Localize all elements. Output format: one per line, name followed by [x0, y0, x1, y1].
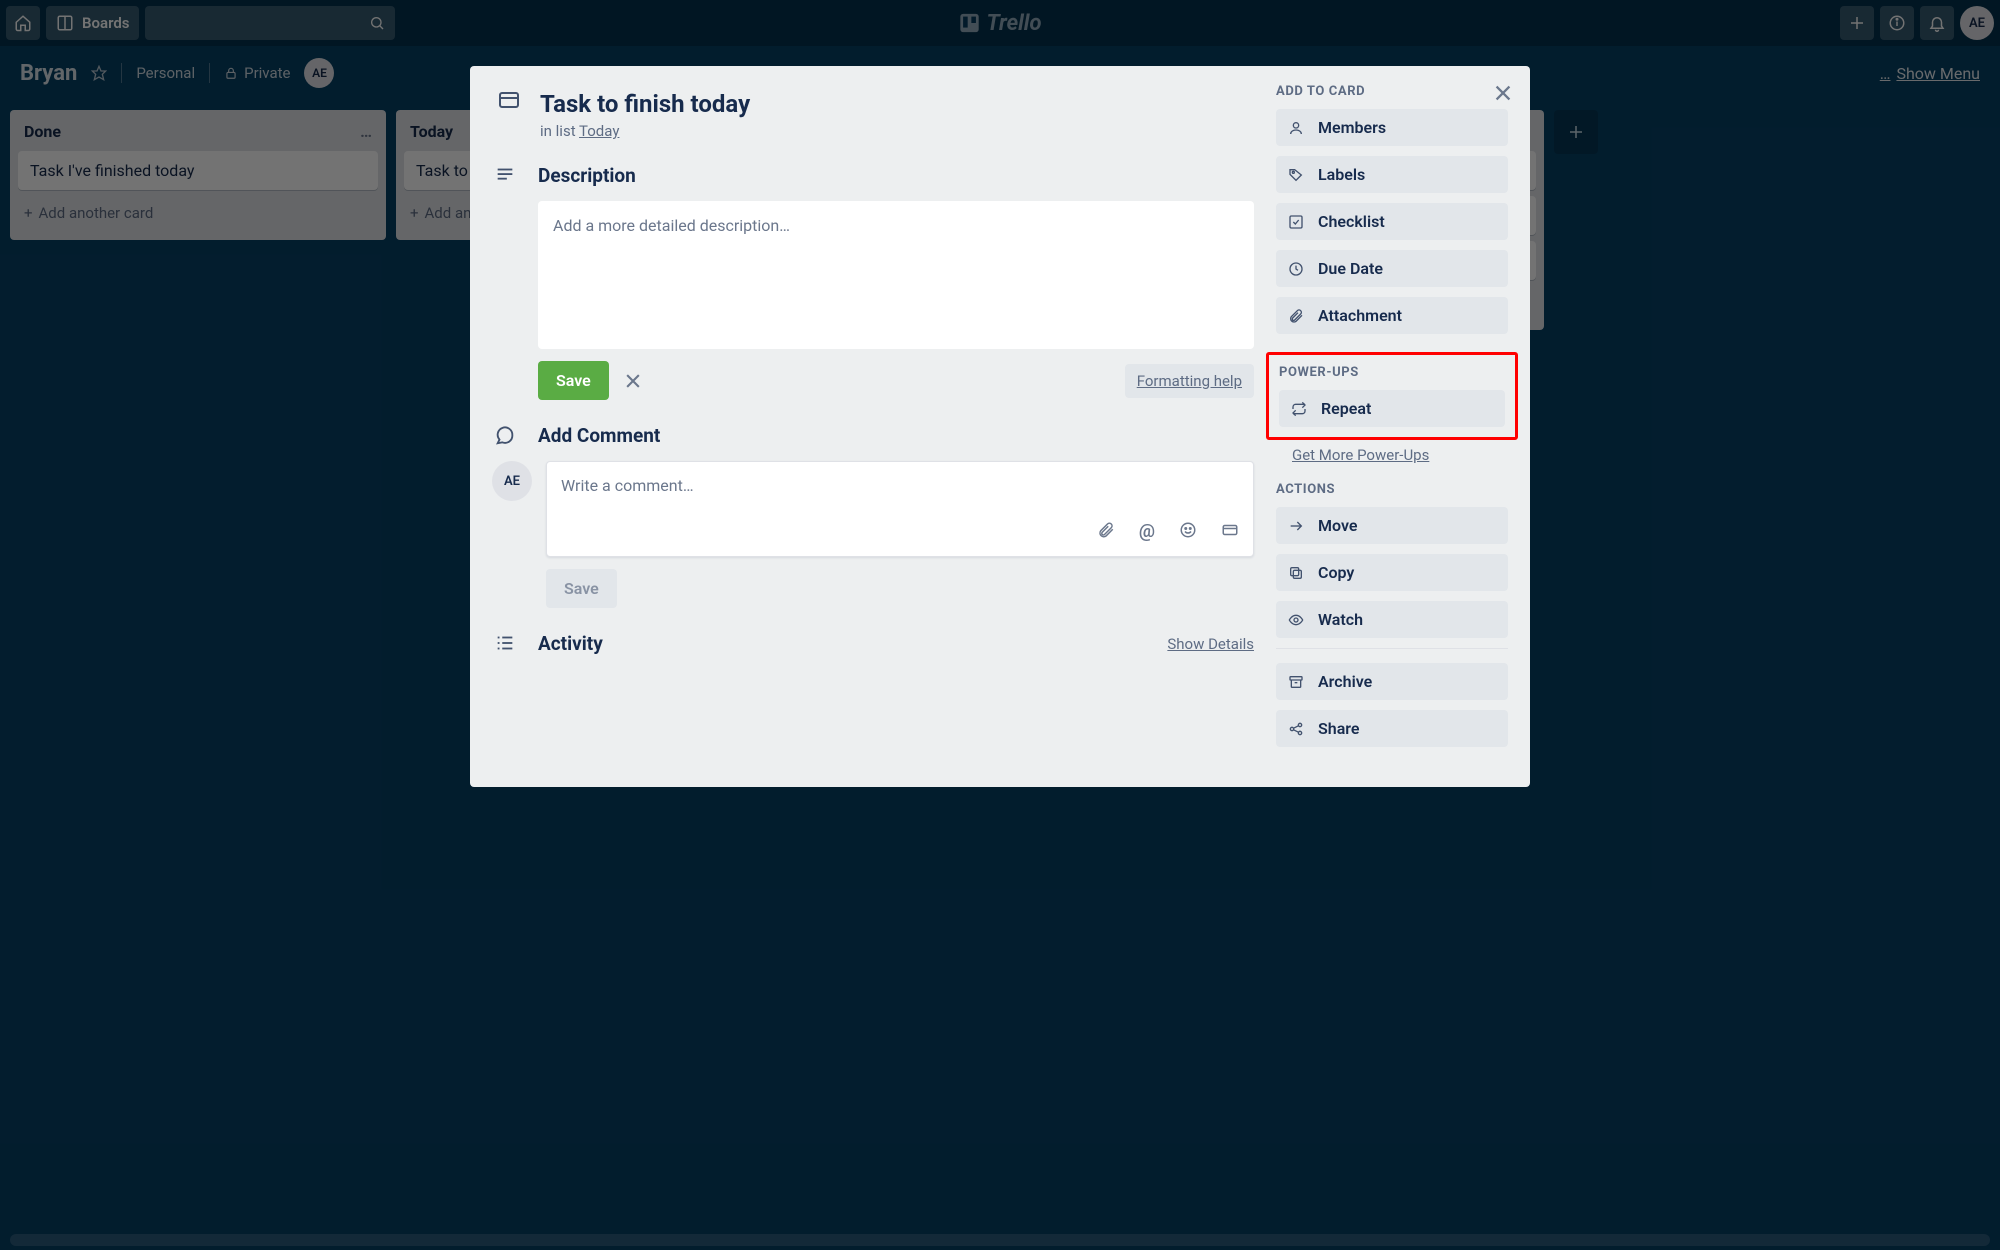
watch-label: Watch — [1318, 610, 1363, 629]
activity-section: Activity Show Details — [492, 632, 1254, 655]
save-button[interactable]: Save — [538, 361, 609, 400]
archive-label: Archive — [1318, 672, 1372, 691]
card-modal: Task to finish today in list Today Descr… — [470, 66, 1530, 787]
comment-heading: Add Comment — [538, 424, 1254, 447]
attachment-button[interactable]: Attachment — [1276, 297, 1508, 334]
activity-icon — [494, 632, 516, 654]
activity-heading: Activity — [538, 632, 603, 655]
emoji-icon[interactable] — [1179, 521, 1197, 542]
repeat-button[interactable]: Repeat — [1279, 390, 1505, 427]
move-label: Move — [1318, 516, 1357, 535]
share-button[interactable]: Share — [1276, 710, 1508, 747]
attachment-icon — [1288, 308, 1306, 324]
archive-button[interactable]: Archive — [1276, 663, 1508, 700]
close-icon — [1492, 82, 1514, 104]
copy-button[interactable]: Copy — [1276, 554, 1508, 591]
repeat-label: Repeat — [1321, 399, 1371, 418]
copy-label: Copy — [1318, 563, 1354, 582]
get-more-power-ups-link[interactable]: Get More Power-Ups — [1292, 446, 1508, 464]
close-icon — [623, 371, 643, 391]
labels-button[interactable]: Labels — [1276, 156, 1508, 193]
checklist-icon — [1288, 214, 1306, 230]
due-date-label: Due Date — [1318, 259, 1383, 278]
add-to-card-heading: Add to card — [1276, 84, 1508, 99]
cancel-button[interactable] — [623, 371, 643, 391]
labels-label: Labels — [1318, 165, 1365, 184]
members-label: Members — [1318, 118, 1386, 137]
power-ups-highlight: Power-Ups Repeat — [1266, 352, 1518, 440]
comment-icon — [494, 424, 516, 446]
comment-placeholder: Write a comment… — [561, 476, 1239, 495]
tag-icon — [1288, 167, 1306, 183]
due-date-button[interactable]: Due Date — [1276, 250, 1508, 287]
separator — [1276, 648, 1508, 649]
comment-input[interactable]: Write a comment… @ — [546, 461, 1254, 557]
comment-avatar: AE — [492, 461, 532, 501]
power-ups-heading: Power-Ups — [1279, 365, 1505, 380]
close-button[interactable] — [1492, 82, 1514, 104]
attachment-label: Attachment — [1318, 306, 1402, 325]
in-list-prefix: in list — [540, 122, 579, 140]
card-icon — [492, 84, 526, 164]
checklist-button[interactable]: Checklist — [1276, 203, 1508, 240]
members-button[interactable]: Members — [1276, 109, 1508, 146]
share-icon — [1288, 721, 1306, 737]
copy-icon — [1288, 565, 1306, 581]
card-title[interactable]: Task to finish today — [540, 90, 1254, 118]
user-icon — [1288, 120, 1306, 136]
clock-icon — [1288, 261, 1306, 277]
actions-heading: Actions — [1276, 482, 1508, 497]
repeat-icon — [1291, 401, 1309, 417]
card-in-list: in list Today — [540, 122, 1254, 140]
watch-button[interactable]: Watch — [1276, 601, 1508, 638]
description-heading: Description — [538, 164, 1254, 187]
mention-icon[interactable]: @ — [1139, 521, 1155, 542]
attachment-icon[interactable] — [1097, 521, 1115, 542]
eye-icon — [1288, 612, 1306, 628]
card-sidebar: Add to card Members Labels Checklist Due… — [1276, 84, 1508, 757]
description-input[interactable]: Add a more detailed description… — [538, 201, 1254, 349]
comment-save-button[interactable]: Save — [546, 569, 617, 608]
share-label: Share — [1318, 719, 1360, 738]
formatting-help-link[interactable]: Formatting help — [1125, 364, 1254, 398]
comment-section: Add Comment AE Write a comment… @ Save — [492, 424, 1254, 608]
card-icon[interactable] — [1221, 521, 1239, 542]
checklist-label: Checklist — [1318, 212, 1385, 231]
move-button[interactable]: Move — [1276, 507, 1508, 544]
archive-icon — [1288, 674, 1306, 690]
description-icon — [494, 164, 516, 186]
description-section: Description Add a more detailed descript… — [492, 164, 1254, 400]
in-list-link[interactable]: Today — [579, 122, 619, 140]
show-details-link[interactable]: Show Details — [1167, 635, 1254, 653]
arrow-right-icon — [1288, 518, 1306, 534]
